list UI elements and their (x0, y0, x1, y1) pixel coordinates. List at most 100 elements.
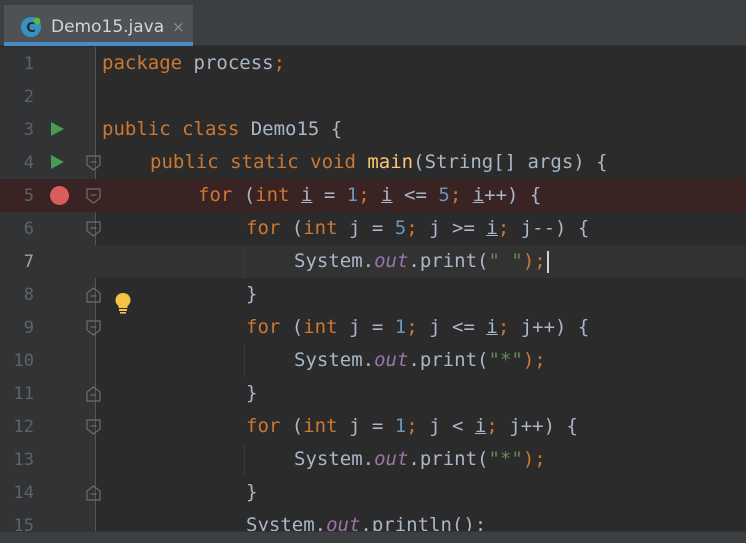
line-number: 6 (23, 219, 34, 239)
indent-guide (244, 443, 245, 476)
gutter-line[interactable]: 15 (0, 509, 95, 531)
code-line[interactable]: public class Demo15 { (102, 113, 742, 146)
line-number: 11 (13, 384, 34, 404)
editor-tab-bar: C Demo15.java × (0, 0, 746, 46)
code-line[interactable]: System.out.print("*"); (294, 344, 746, 377)
variable: j (429, 415, 441, 437)
class-ref: System. (294, 349, 375, 371)
gutter-line[interactable]: 10 (0, 344, 95, 377)
code-line[interactable]: for (int j = 1; j <= i; j++) { (246, 311, 746, 344)
line-number-current: 7 (23, 252, 34, 272)
method-call: .print( (408, 448, 489, 470)
code-line[interactable]: public static void main(String[] args) { (150, 146, 746, 179)
semicolon: ; (273, 52, 286, 74)
gutter-line[interactable]: 14 (0, 476, 101, 509)
gutter-line[interactable]: 7 (0, 245, 95, 278)
code-line[interactable]: for (int i = 1; i <= 5; i++) { (198, 179, 746, 212)
line-number: 2 (23, 87, 34, 107)
static-field: out (374, 349, 409, 371)
text-caret (546, 250, 549, 273)
code-line[interactable]: for (int j = 1; j < i; j++) { (246, 410, 746, 443)
code-editor[interactable]: 1 2 3 4 5 6 7 8 9 10 11 12 13 14 15 pack… (0, 47, 746, 531)
run-icon[interactable] (51, 155, 64, 169)
string-literal: "*" (488, 349, 523, 371)
keyword: for (246, 217, 281, 239)
keyword: for (246, 415, 281, 437)
fold-close-icon[interactable] (86, 287, 101, 303)
variable: j (520, 316, 533, 338)
gutter-line[interactable]: 11 (0, 377, 101, 410)
java-class-icon: C (21, 17, 41, 37)
method-call: .print( (408, 349, 489, 371)
brace: } (246, 382, 258, 404)
variable: i (474, 415, 487, 437)
gutter-line[interactable]: 13 (0, 443, 95, 476)
keyword: for (246, 316, 281, 338)
variable: j (520, 217, 533, 239)
run-icon[interactable] (51, 122, 64, 136)
variable: i (486, 316, 498, 338)
line-number: 4 (23, 153, 34, 173)
static-field: out (326, 514, 361, 531)
keyword: int (303, 217, 338, 239)
string-literal: " " (488, 250, 523, 272)
keyword: int (303, 415, 338, 437)
code-line[interactable]: System.out.print("*"); (294, 443, 746, 476)
fold-close-icon[interactable] (86, 485, 101, 501)
gutter-line[interactable]: 5 (0, 179, 101, 212)
fold-open-icon[interactable] (86, 188, 101, 204)
code-line[interactable]: System.out.print(" "); (294, 245, 746, 278)
horizontal-scrollbar[interactable] (0, 531, 746, 543)
variable: j (349, 217, 361, 239)
class-declaration: Demo15 { (239, 118, 343, 140)
indent-guide (244, 344, 245, 377)
line-number: 15 (13, 516, 34, 531)
code-line[interactable]: for (int j = 5; j >= i; j--) { (246, 212, 746, 245)
method-params: (String[] args) { (413, 151, 608, 173)
variable: i (381, 184, 393, 206)
gutter-line[interactable]: 9 (0, 311, 101, 344)
statement-end: ); (522, 250, 546, 272)
method-call: .print( (408, 250, 489, 272)
gutter-line[interactable]: 2 (0, 80, 95, 113)
code-line[interactable]: System.out.println(); (246, 509, 746, 531)
string-literal: "*" (488, 448, 523, 470)
fold-close-icon[interactable] (86, 386, 101, 402)
code-line[interactable]: package process; (102, 47, 742, 80)
code-line[interactable]: } (246, 476, 746, 509)
keyword: package (102, 52, 183, 74)
tab-demo15-java[interactable]: C Demo15.java × (4, 5, 193, 46)
variable: j (509, 415, 521, 437)
fold-open-icon[interactable] (86, 320, 101, 336)
line-number: 12 (13, 417, 34, 437)
fold-open-icon[interactable] (86, 419, 101, 435)
fold-open-icon[interactable] (86, 221, 101, 237)
code-line[interactable]: } (246, 377, 746, 410)
variable: i (301, 184, 313, 206)
close-icon[interactable]: × (172, 17, 185, 37)
code-line[interactable]: } (246, 278, 746, 311)
line-number: 14 (13, 483, 34, 503)
gutter-line[interactable]: 8 (0, 278, 101, 311)
method-call: .println(); (360, 514, 487, 531)
tab-label: Demo15.java (51, 17, 165, 37)
active-tab-indicator (4, 42, 193, 46)
gutter-line[interactable]: 4 (0, 146, 101, 179)
lightbulb-icon[interactable] (114, 292, 132, 314)
statement-end: ); (522, 349, 546, 371)
keyword: int (303, 316, 338, 338)
gutter-line[interactable]: 6 (0, 212, 101, 245)
gutter-line[interactable]: 1 (0, 47, 95, 80)
line-number: 10 (13, 351, 34, 371)
line-number: 5 (23, 186, 34, 206)
gutter-line[interactable]: 3 (0, 113, 95, 146)
statement-end: ); (522, 448, 546, 470)
fold-open-icon[interactable] (86, 155, 101, 171)
gutter-line[interactable]: 12 (0, 410, 101, 443)
line-number: 1 (23, 54, 34, 74)
class-ref: System. (294, 250, 375, 272)
breakpoint-icon[interactable] (50, 186, 69, 205)
variable: j (429, 316, 441, 338)
line-number: 13 (13, 450, 34, 470)
keyword: public static void (150, 151, 356, 173)
